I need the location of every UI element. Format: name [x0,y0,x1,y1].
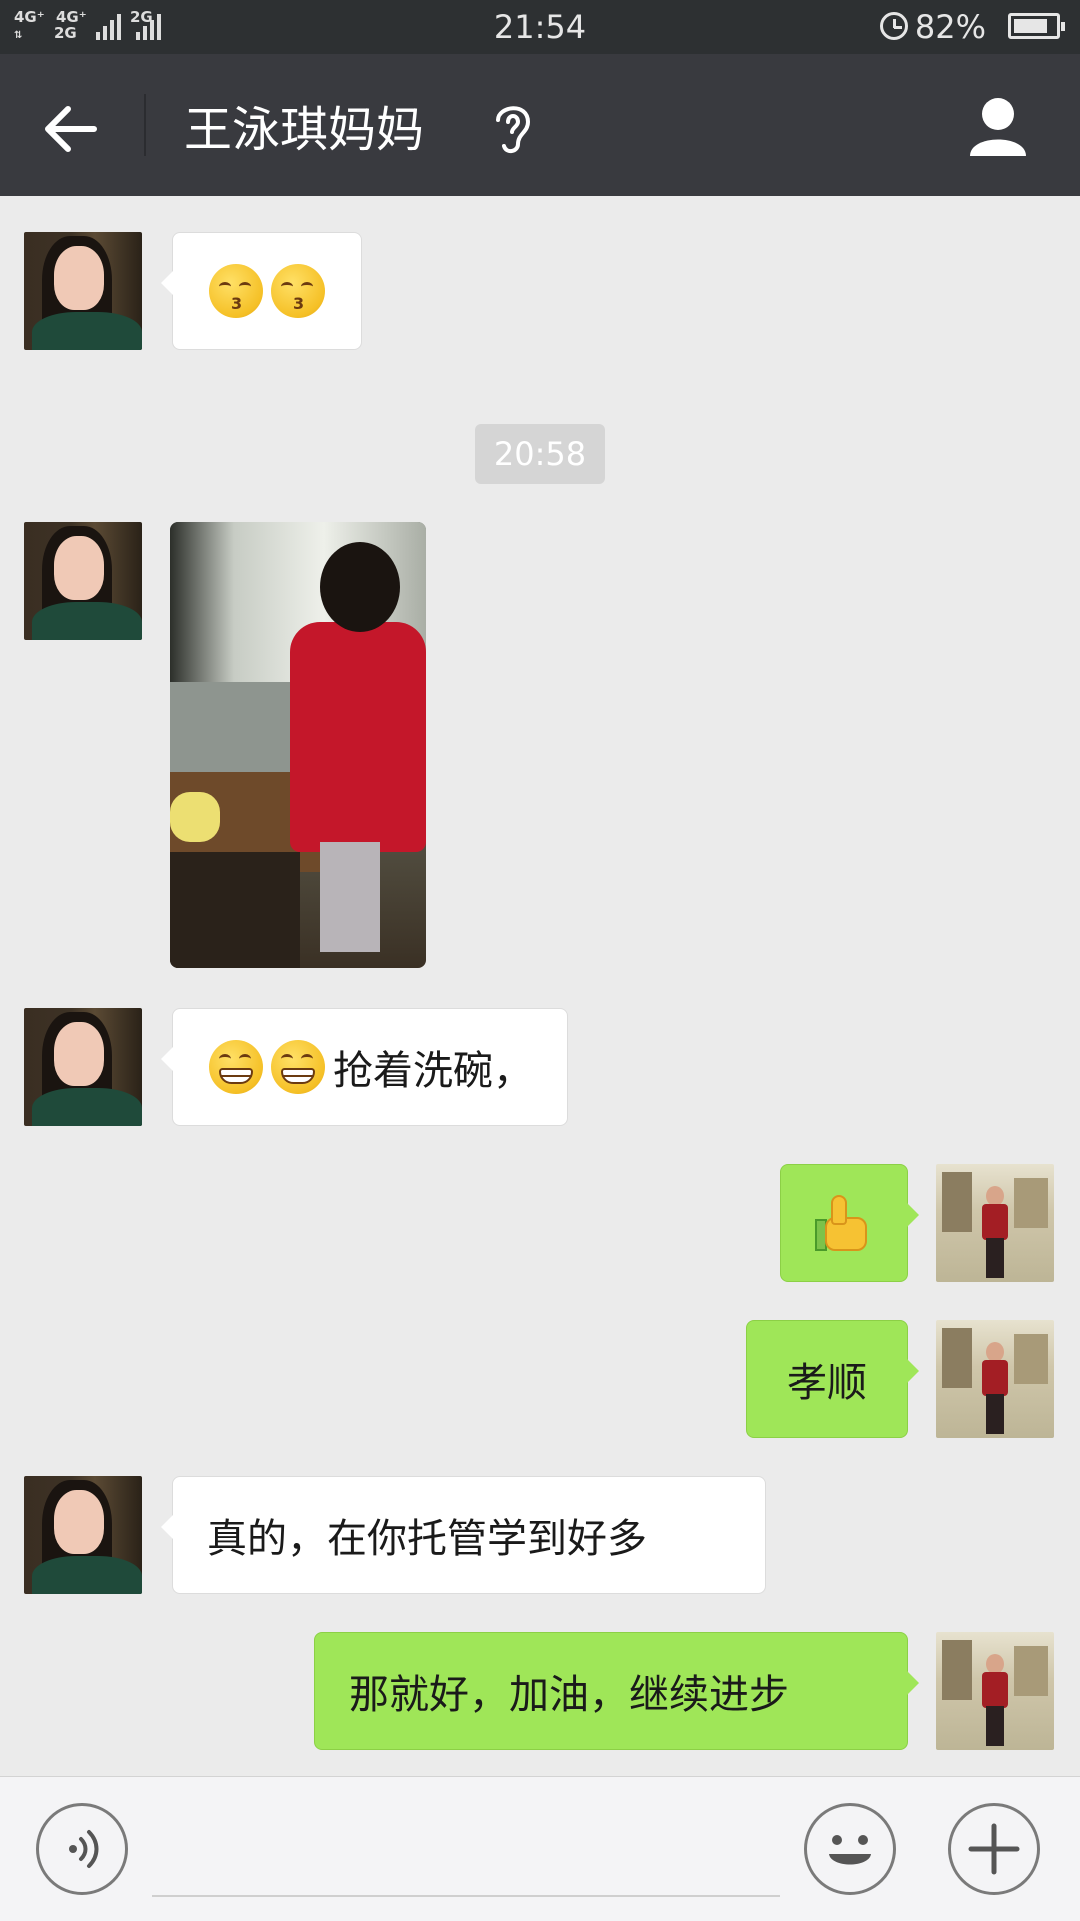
grinning-face-icon [209,1040,263,1094]
message-bubble-received[interactable]: 抢着洗碗， [161,1008,568,1126]
chat-header: 王泳琪妈妈 [0,54,1080,196]
message-bubble-sent[interactable]: 孝顺 [746,1320,919,1438]
message-timestamp: 20:58 [475,424,605,484]
message-bubble-received[interactable]: 3 3 [161,232,362,350]
message-bubble-received[interactable]: 真的，在你托管学到好多 [161,1476,766,1594]
voice-wave-icon [69,1830,99,1868]
emoji-button[interactable] [804,1803,896,1895]
contact-avatar[interactable] [24,1008,142,1126]
message-text: 抢着洗碗， [333,1048,533,1094]
my-avatar[interactable] [936,1320,1054,1438]
header-divider [144,94,146,156]
shared-photo-dishwashing[interactable] [170,522,426,968]
battery-percent: 82% [914,8,986,46]
grinning-face-icon [271,1040,325,1094]
back-arrow-icon[interactable] [36,94,106,164]
my-avatar[interactable] [936,1632,1054,1750]
message-bubble-sent[interactable] [780,1164,919,1282]
contact-name: 王泳琪妈妈 [184,102,425,158]
message-text: 真的，在你托管学到好多 [207,1516,647,1562]
battery-icon [1008,13,1065,39]
message-text: 孝顺 [787,1360,867,1406]
input-bar [0,1776,1080,1921]
thumbs-up-icon [815,1193,873,1253]
message-text: 那就好，加油，继续进步 [349,1672,789,1718]
contact-profile-icon[interactable] [966,94,1030,158]
message-bubble-sent[interactable]: 那就好，加油，继续进步 [314,1632,919,1750]
smiley-icon [829,1835,871,1865]
more-options-button[interactable] [948,1803,1040,1895]
kissing-face-icon: 3 [209,264,263,318]
contact-avatar[interactable] [24,522,142,640]
battery-fill [1014,19,1047,33]
voice-input-button[interactable] [36,1803,128,1895]
contact-avatar[interactable] [24,232,142,350]
kissing-face-icon: 3 [271,264,325,318]
message-input[interactable] [152,1895,780,1897]
chat-messages[interactable]: 3 3 20:58 抢着洗碗， 孝顺 真的，在你托管学到好多 那就好，加油，继续… [0,196,1080,1776]
my-avatar[interactable] [936,1164,1054,1282]
plus-icon [968,1823,1020,1875]
earpiece-mode-icon [496,106,531,153]
alarm-icon [880,12,908,40]
contact-avatar[interactable] [24,1476,142,1594]
status-bar: 4G⁺ ⇅ 4G⁺ 2G 2G 21:54 82% [0,0,1080,54]
